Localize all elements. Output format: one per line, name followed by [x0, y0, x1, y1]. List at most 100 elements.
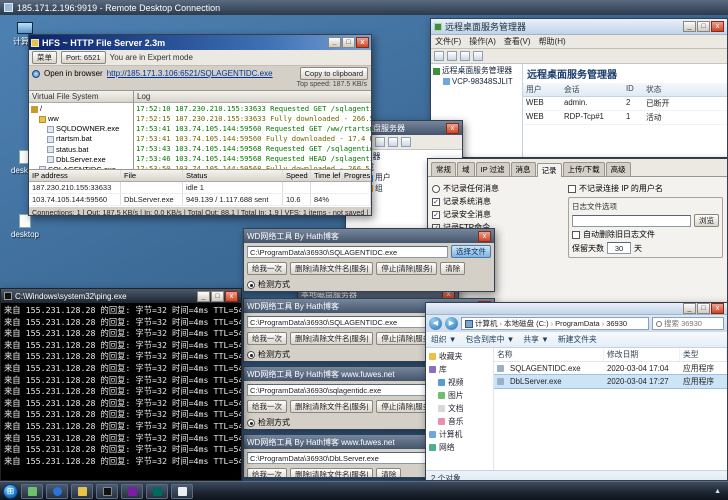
close-button[interactable]: x	[711, 21, 724, 32]
log-file-path-field[interactable]	[572, 214, 691, 227]
col-time-left[interactable]: Time left	[311, 170, 341, 181]
tab-logging[interactable]: 记录	[536, 163, 562, 177]
menu-help[interactable]: 帮助(H)	[539, 36, 566, 47]
menu-file[interactable]: 文件(F)	[435, 36, 461, 47]
wd-run-once-button[interactable]: 给我一次	[247, 262, 287, 275]
file-row[interactable]: SQLAGENTIDC.exe 2020-03-04 17:04 应用程序	[494, 362, 727, 375]
crumb-programdata[interactable]: ProgramData	[555, 319, 600, 328]
file-list[interactable]: 名称 修改日期 类型 SQLAGENTIDC.exe 2020-03-04 17…	[494, 348, 727, 470]
breadcrumb[interactable]: 计算机 › 本地磁盘 (C:) › ProgramData › 36930	[461, 317, 649, 330]
sidebar-item-libraries[interactable]: 库	[426, 363, 493, 376]
auto-delete-checkbox[interactable]	[572, 230, 580, 239]
sidebar-item-music[interactable]: 音乐	[426, 415, 493, 428]
tree-item-folder[interactable]: ww	[48, 114, 59, 124]
rds-tree-root[interactable]: 远程桌面服务管理器	[442, 66, 512, 77]
rds-session-row[interactable]: WEB RDP-Tcp#1 1 活动	[523, 111, 727, 125]
wd-run-once-button[interactable]: 给我一次	[247, 400, 287, 413]
close-button[interactable]: x	[478, 230, 491, 242]
wd-delete-button[interactable]: 删除|清除文件名|服务|	[290, 468, 374, 477]
maximize-button[interactable]: □	[211, 290, 224, 302]
desktop-icon-2[interactable]: desktop	[2, 214, 48, 239]
maximize-button[interactable]: □	[697, 21, 710, 32]
tree-item-file[interactable]: status.bat	[56, 145, 89, 155]
rds-title-bar[interactable]: 远程桌面服务管理器 _ □ x	[431, 19, 727, 35]
hfs-log[interactable]: 17:52:10 187.230.210.155:33633 Requested…	[134, 103, 371, 169]
rds-column-headers[interactable]: 用户 会话 ID 状态	[523, 83, 727, 97]
wd-delete-button[interactable]: 删除|清除文件名|服务|	[290, 262, 374, 275]
wd-run-once-button[interactable]: 给我一次	[247, 332, 287, 345]
explorer-title-bar[interactable]: _ □ x	[426, 303, 727, 315]
detect-mode-radio[interactable]	[247, 280, 255, 289]
col-id[interactable]: ID	[623, 83, 643, 96]
sidebar-item-computer[interactable]: 计算机	[426, 428, 493, 441]
col-date[interactable]: 修改日期	[604, 348, 680, 361]
search-input[interactable]	[664, 319, 716, 328]
maximize-button[interactable]: □	[697, 303, 710, 314]
sidebar-item-videos[interactable]: 视频	[426, 376, 493, 389]
rds-tree-server[interactable]: VCP-98348SJLIT	[452, 77, 513, 88]
organize-button[interactable]: 组织 ▼	[431, 334, 456, 345]
log-system-checkbox[interactable]: ✓	[432, 197, 440, 206]
taskbar-rds-manager-button[interactable]	[146, 483, 168, 499]
tree-item-file[interactable]: DbLServer.exe	[56, 155, 106, 165]
minimize-button[interactable]: _	[328, 37, 341, 48]
taskbar-internet-explorer-button[interactable]	[46, 483, 68, 499]
minimize-button[interactable]: _	[683, 303, 696, 314]
wd-path-field[interactable]: C:\ProgramData\36930\SQLAGENTIDC.exe	[247, 245, 448, 258]
tree-item-root[interactable]: /	[40, 104, 42, 114]
col-status[interactable]: Status	[183, 170, 283, 181]
no-log-radio[interactable]	[432, 184, 440, 193]
taskbar-notepad-button[interactable]	[171, 483, 193, 499]
hfs-menu-button[interactable]: 菜单	[32, 51, 57, 64]
search-box[interactable]	[652, 317, 724, 330]
rds-session-row[interactable]: WEB admin. 2 已断开	[523, 97, 727, 111]
config-tabs[interactable]: 常规 域 IP 过滤 消息 记录 上传/下载 高级	[428, 159, 727, 177]
maximize-button[interactable]: □	[342, 37, 355, 48]
hfs-transfers-table[interactable]: IP address File Status Speed Time left P…	[29, 169, 371, 206]
toolbar-icon[interactable]	[473, 51, 483, 61]
tab-ip-filter[interactable]: IP 过滤	[475, 162, 510, 176]
back-button[interactable]: ◀	[429, 317, 442, 330]
tab-general[interactable]: 常规	[431, 162, 456, 176]
close-button[interactable]: x	[225, 290, 238, 302]
tab-messages[interactable]: 消息	[510, 162, 536, 176]
choose-file-button[interactable]: 选择文件	[451, 245, 491, 258]
crumb-drive[interactable]: 本地磁盘 (C:)	[504, 318, 549, 329]
hfs-copy-button[interactable]: Copy to clipboard	[299, 67, 368, 80]
tab-updown[interactable]: 上传/下载	[562, 162, 605, 176]
wd-run-once-button[interactable]: 给我一次	[247, 468, 287, 477]
wd-path-field[interactable]: C:\ProgramData\36930\SQLAGENTIDC.exe	[247, 315, 448, 328]
sidebar-item-network[interactable]: 网络	[426, 441, 493, 454]
new-folder-button[interactable]: 新建文件夹	[558, 334, 597, 345]
close-button[interactable]: x	[446, 122, 459, 134]
col-user[interactable]: 用户	[523, 83, 561, 96]
tree-item-file[interactable]: SQLAGENTIDC.exe	[48, 165, 116, 169]
wd-clear-button[interactable]: 清除	[440, 262, 466, 275]
wd-path-field[interactable]: C:\ProgramData\36930\sqlagentidc.exe	[247, 383, 448, 396]
menu-action[interactable]: 操作(A)	[469, 36, 496, 47]
col-file[interactable]: File	[121, 170, 183, 181]
toolbar-icon[interactable]	[447, 51, 457, 61]
minimize-button[interactable]: _	[197, 290, 210, 302]
cmd-title-bar[interactable]: C:\Windows\system32\ping.exe _ □ x	[1, 289, 241, 303]
sidebar-item-documents[interactable]: 文档	[426, 402, 493, 415]
close-button[interactable]: x	[711, 303, 724, 314]
detect-mode-radio[interactable]	[247, 350, 255, 359]
hfs-title-bar[interactable]: HFS ~ HTTP File Server 2.3m _ □ x	[29, 35, 371, 50]
share-button[interactable]: 共享 ▼	[523, 334, 548, 345]
wd-title-bar[interactable]: WD网络工具 By Hath博客 x	[244, 229, 494, 243]
col-progress[interactable]: Progress	[341, 170, 371, 181]
taskbar-server-manager-button[interactable]	[21, 483, 43, 499]
wd-path-field[interactable]: C:\ProgramData\36930\DbLServer.exe	[247, 451, 448, 464]
include-in-library-button[interactable]: 包含到库中 ▼	[465, 334, 514, 345]
tab-domain[interactable]: 域	[457, 162, 475, 176]
wd-delete-button[interactable]: 删除|清除文件名|服务|	[290, 332, 374, 345]
forward-button[interactable]: ▶	[445, 317, 458, 330]
sidebar-item-favorites[interactable]: 收藏夹	[426, 350, 493, 363]
toolbar-icon[interactable]	[401, 137, 411, 147]
toolbar-icon[interactable]	[460, 51, 470, 61]
toolbar-icon[interactable]	[375, 137, 385, 147]
taskbar-hfs-button[interactable]	[121, 483, 143, 499]
col-speed[interactable]: Speed	[283, 170, 311, 181]
transfer-row[interactable]: 187.230.210.155:33633 idle 1	[29, 182, 371, 194]
